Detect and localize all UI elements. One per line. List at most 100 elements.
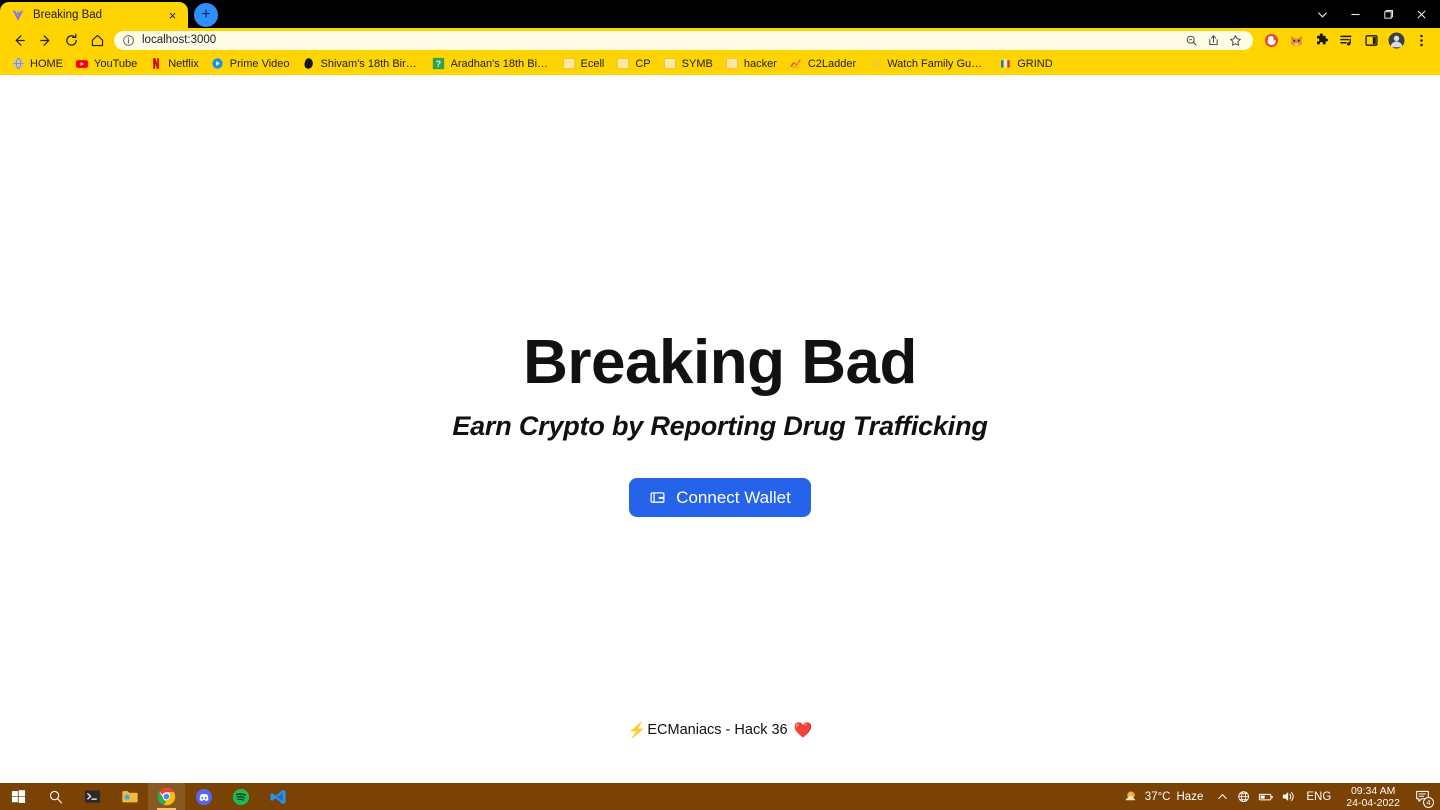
extensions-puzzle-icon[interactable] <box>1309 29 1334 51</box>
language-indicator[interactable]: ENG <box>1299 791 1338 803</box>
bookmark-label: SYMB <box>681 57 713 70</box>
zoom-icon[interactable] <box>1181 31 1201 49</box>
bookmark-label: YouTube <box>94 57 138 70</box>
bookmark-label: Prime Video <box>229 57 290 70</box>
bookmark-hacker[interactable]: hacker <box>720 55 784 73</box>
weather-widget[interactable]: 37°C Haze <box>1115 783 1212 810</box>
bookmark-label: Netflix <box>168 57 199 70</box>
bookmark-star-icon[interactable] <box>1225 31 1245 49</box>
globe-network-icon[interactable] <box>1233 783 1255 810</box>
chrome-menu-icon[interactable] <box>1409 29 1434 51</box>
bookmark-label: CP <box>635 57 651 70</box>
page-subtitle: Earn Crypto by Reporting Drug Traffickin… <box>452 411 988 442</box>
toolbar-extensions <box>1259 29 1434 51</box>
folder-icon <box>725 57 739 71</box>
notification-icon[interactable]: 4 <box>1408 783 1436 810</box>
folder-icon <box>616 57 630 71</box>
forward-icon[interactable] <box>32 29 58 51</box>
svg-text:?: ? <box>436 59 441 69</box>
bookmark-grind[interactable]: GRIND <box>993 55 1059 73</box>
folder-icon <box>663 57 677 71</box>
connect-wallet-label: Connect Wallet <box>676 487 791 507</box>
side-panel-icon[interactable] <box>1359 29 1384 51</box>
bookmark-label: HOME <box>30 57 63 70</box>
reading-list-icon[interactable] <box>1334 29 1359 51</box>
heart-icon: ❤️ <box>793 721 813 739</box>
start-button[interactable] <box>0 783 37 810</box>
vscode-app[interactable] <box>259 783 296 810</box>
reload-icon[interactable] <box>58 29 84 51</box>
bookmark-label: Watch Family Guy o... <box>887 57 987 70</box>
address-bar[interactable]: localhost:3000 <box>114 30 1253 50</box>
prime-video-icon <box>211 57 225 71</box>
bookmark-shivam-birthday[interactable]: Shivam's 18th Birth... <box>297 55 427 73</box>
clock-time: 09:34 AM <box>1350 784 1396 797</box>
bookmark-c2ladder[interactable]: C2Ladder <box>784 55 863 73</box>
share-icon[interactable] <box>1203 31 1223 49</box>
search-button[interactable] <box>37 783 74 810</box>
adblock-icon[interactable] <box>1259 29 1284 51</box>
bookmark-netflix[interactable]: Netflix <box>144 55 206 73</box>
green-question-icon: ? <box>432 57 446 71</box>
connect-wallet-button[interactable]: Connect Wallet <box>629 478 811 518</box>
close-icon[interactable] <box>1405 1 1438 27</box>
browser-tab-strip: Breaking Bad × + <box>0 0 1440 28</box>
weather-desc: Haze <box>1176 790 1204 803</box>
system-tray: 37°C Haze ENG 09:34 AM 24-04-2022 4 <box>1115 783 1440 810</box>
bars-icon <box>998 57 1012 71</box>
browser-tab[interactable]: Breaking Bad × <box>0 2 188 28</box>
bookmark-cp[interactable]: CP <box>611 55 657 73</box>
bookmark-youtube[interactable]: YouTube <box>70 55 144 73</box>
weather-temp: 37°C <box>1144 790 1171 803</box>
clock-date: 24-04-2022 <box>1346 796 1400 809</box>
info-circle-icon[interactable] <box>122 34 135 47</box>
footer-text: ECManiacs - Hack 36 <box>647 722 788 738</box>
page-title: Breaking Bad <box>523 328 917 397</box>
bookmark-ecell[interactable]: Ecell <box>557 55 612 73</box>
bookmark-symb[interactable]: SYMB <box>658 55 720 73</box>
tab-search-icon[interactable] <box>1306 1 1339 27</box>
bookmark-aradhan-birthday[interactable]: ? Aradhan's 18th Birt... <box>427 55 557 73</box>
window-controls <box>1306 0 1438 28</box>
chart-icon <box>789 57 803 71</box>
volume-icon[interactable] <box>1277 783 1299 810</box>
new-tab-button[interactable]: + <box>194 3 218 27</box>
discord-app[interactable] <box>185 783 222 810</box>
metamask-fox-icon[interactable] <box>1284 29 1309 51</box>
chrome-app[interactable] <box>148 783 185 810</box>
file-explorer-app[interactable] <box>111 783 148 810</box>
bookmark-label: GRIND <box>1017 57 1053 70</box>
clock-widget[interactable]: 09:34 AM 24-04-2022 <box>1338 785 1408 809</box>
bookmarks-bar: HOME YouTube Netflix Prime Video Shivam'… <box>0 52 1440 75</box>
terminal-app[interactable] <box>74 783 111 810</box>
bookmark-label: Aradhan's 18th Birt... <box>450 57 550 70</box>
address-bar-url[interactable]: localhost:3000 <box>142 34 1174 46</box>
bookmark-prime-video[interactable]: Prime Video <box>206 55 297 73</box>
bookmark-home[interactable]: HOME <box>6 55 70 73</box>
omnibox-actions <box>1181 31 1245 49</box>
bookmark-label: C2Ladder <box>807 57 857 70</box>
home-icon[interactable] <box>84 29 110 51</box>
page-footer: ⚡ ECManiacs - Hack 36 ❤️ <box>0 722 1440 738</box>
chevron-up-icon[interactable] <box>1211 783 1233 810</box>
spotify-app[interactable] <box>222 783 259 810</box>
taskbar-apps <box>0 783 296 810</box>
netflix-icon <box>149 57 163 71</box>
battery-icon[interactable] <box>1255 783 1277 810</box>
back-icon[interactable] <box>6 29 32 51</box>
bookmark-family-guy[interactable]: Watch Family Guy o... <box>863 55 993 73</box>
vite-icon <box>10 8 25 23</box>
bookmark-label: hacker <box>743 57 777 70</box>
youtube-icon <box>75 57 89 71</box>
browser-tab-title: Breaking Bad <box>33 9 103 21</box>
minimize-icon[interactable] <box>1339 1 1372 27</box>
profile-avatar-icon[interactable] <box>1384 29 1409 51</box>
maximize-icon[interactable] <box>1372 1 1405 27</box>
hero-section: Breaking Bad Earn Crypto by Reporting Dr… <box>0 328 1440 518</box>
chevrons-icon <box>868 57 882 71</box>
windows-taskbar: 37°C Haze ENG 09:34 AM 24-04-2022 4 <box>0 783 1440 810</box>
globe-icon <box>11 57 25 71</box>
folder-icon <box>562 57 576 71</box>
page-viewport: Breaking Bad Earn Crypto by Reporting Dr… <box>0 75 1440 783</box>
close-icon[interactable]: × <box>165 8 180 23</box>
